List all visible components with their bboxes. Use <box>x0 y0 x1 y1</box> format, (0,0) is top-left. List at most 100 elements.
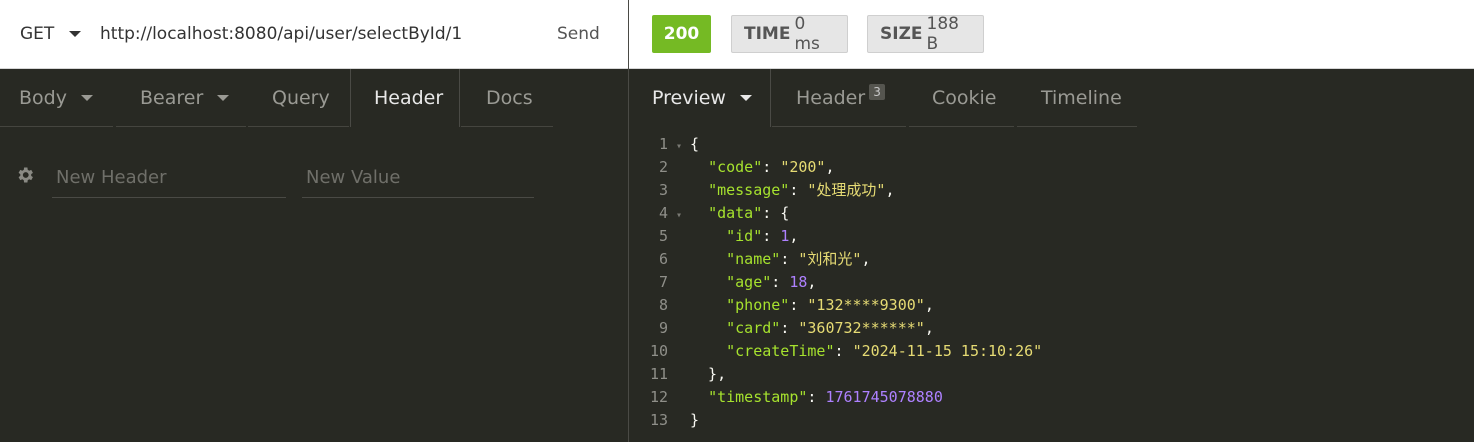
json-number: 18 <box>789 273 808 291</box>
code-line: 10 "createTime": "2024-11-15 15:10:26" <box>640 340 1042 363</box>
size-badge: SIZE 188 B <box>867 14 984 54</box>
size-value: 188 B <box>926 14 959 54</box>
json-punct: , <box>789 227 799 245</box>
tab-bearer-label: Bearer <box>140 87 204 109</box>
request-tab-bar: Body Bearer Query Header Docs <box>0 69 628 127</box>
json-punct <box>690 158 708 176</box>
code-line: 1 ▾{ <box>640 133 1042 156</box>
json-punct: { <box>690 135 700 153</box>
tab-timeline-label: Timeline <box>1041 87 1122 109</box>
tab-header-label: Header <box>374 87 444 109</box>
json-number: 1 <box>780 227 790 245</box>
json-key: "code" <box>708 158 763 176</box>
json-punct: : { <box>762 204 790 222</box>
code-line: 7 "age": 18, <box>640 271 1042 294</box>
json-punct: : <box>780 319 799 337</box>
send-button[interactable]: Send <box>557 24 600 44</box>
code-line: 8 "phone": "132****9300", <box>640 294 1042 317</box>
line-number: 5 <box>658 227 668 245</box>
json-key: "message" <box>708 181 790 199</box>
json-string: "刘和光" <box>798 250 862 268</box>
tab-header[interactable]: Header <box>350 69 460 127</box>
tab-docs[interactable]: Docs <box>461 69 553 127</box>
line-number: 8 <box>658 296 668 314</box>
code-line: 4 ▾ "data": { <box>640 202 1042 225</box>
chevron-down-icon <box>739 95 752 101</box>
tab-response-header[interactable]: Header 3 <box>772 69 906 127</box>
json-key: "createTime" <box>726 342 835 360</box>
json-number: 1761745078880 <box>825 388 943 406</box>
json-punct: , <box>825 158 835 176</box>
json-string: "360732******" <box>798 319 925 337</box>
tab-underline <box>248 126 349 127</box>
json-punct: , <box>885 181 895 199</box>
code-line: 5 "id": 1, <box>640 225 1042 248</box>
json-key: "phone" <box>726 296 790 314</box>
json-key: "name" <box>726 250 781 268</box>
line-number: 13 <box>649 411 668 429</box>
json-key: "data" <box>708 204 763 222</box>
top-bar: GET http://localhost:8080/api/user/selec… <box>0 0 1474 69</box>
time-value: 0 ms <box>794 14 820 54</box>
fold-toggle-icon[interactable]: ▾ <box>668 204 690 227</box>
tab-underline <box>772 126 906 127</box>
header-name-input[interactable] <box>52 158 286 198</box>
tab-underline <box>1017 126 1137 127</box>
gear-icon[interactable] <box>15 165 35 185</box>
chevron-down-icon <box>69 31 82 37</box>
tab-response-header-label: Header <box>796 87 866 109</box>
tab-query[interactable]: Query <box>248 69 349 127</box>
json-punct: : <box>762 158 781 176</box>
pane-divider[interactable] <box>628 0 629 442</box>
json-string: "132****9300" <box>807 296 925 314</box>
tab-underline <box>461 126 553 127</box>
tab-underline <box>909 126 1014 127</box>
json-punct: , <box>807 273 817 291</box>
line-number: 9 <box>658 319 668 337</box>
code-line: 13} <box>640 409 1042 432</box>
line-number: 3 <box>658 181 668 199</box>
header-count-badge: 3 <box>869 84 885 100</box>
json-punct: : <box>807 388 826 406</box>
json-key: "age" <box>726 273 772 291</box>
json-punct: : <box>834 342 853 360</box>
code-line: 2 "code": "200", <box>640 156 1042 179</box>
tab-cookie[interactable]: Cookie <box>909 69 1014 127</box>
line-number: 1 <box>658 135 668 153</box>
time-label: TIME <box>744 24 791 44</box>
json-punct <box>690 342 726 360</box>
size-label: SIZE <box>880 24 923 44</box>
json-punct: } <box>690 411 700 429</box>
response-preview[interactable]: 1 ▾{2 "code": "200", 3 "message": "处理成功", 4… <box>640 133 1042 432</box>
json-key: "id" <box>726 227 763 245</box>
tab-underline <box>116 126 246 127</box>
json-punct <box>690 296 726 314</box>
tab-bearer[interactable]: Bearer <box>116 69 246 127</box>
json-punct: }, <box>690 365 727 383</box>
header-value-input[interactable] <box>302 158 534 198</box>
method-label: GET <box>20 24 55 44</box>
json-punct: : <box>780 250 799 268</box>
tab-preview[interactable]: Preview <box>629 69 771 127</box>
json-string: "200" <box>780 158 826 176</box>
tab-body[interactable]: Body <box>0 69 113 127</box>
tab-cookie-label: Cookie <box>932 87 997 109</box>
line-number: 4 <box>658 204 668 222</box>
json-punct: : <box>789 181 808 199</box>
line-number: 11 <box>649 365 668 383</box>
fold-toggle-icon[interactable]: ▾ <box>668 135 690 158</box>
url-input[interactable]: http://localhost:8080/api/user/selectByI… <box>100 24 462 44</box>
json-punct <box>690 273 726 291</box>
code-line: 11 }, <box>640 363 1042 386</box>
tab-timeline[interactable]: Timeline <box>1017 69 1137 127</box>
json-punct <box>690 250 726 268</box>
method-selector[interactable]: GET <box>20 24 82 44</box>
json-punct: : <box>771 273 790 291</box>
time-badge: TIME 0 ms <box>731 14 848 54</box>
chevron-down-icon <box>80 95 93 101</box>
json-punct: , <box>924 319 934 337</box>
code-line: 12 "timestamp": 1761745078880 <box>640 386 1042 409</box>
tab-underline <box>0 126 113 127</box>
json-string: "2024-11-15 15:10:26" <box>852 342 1043 360</box>
json-key: "timestamp" <box>708 388 808 406</box>
